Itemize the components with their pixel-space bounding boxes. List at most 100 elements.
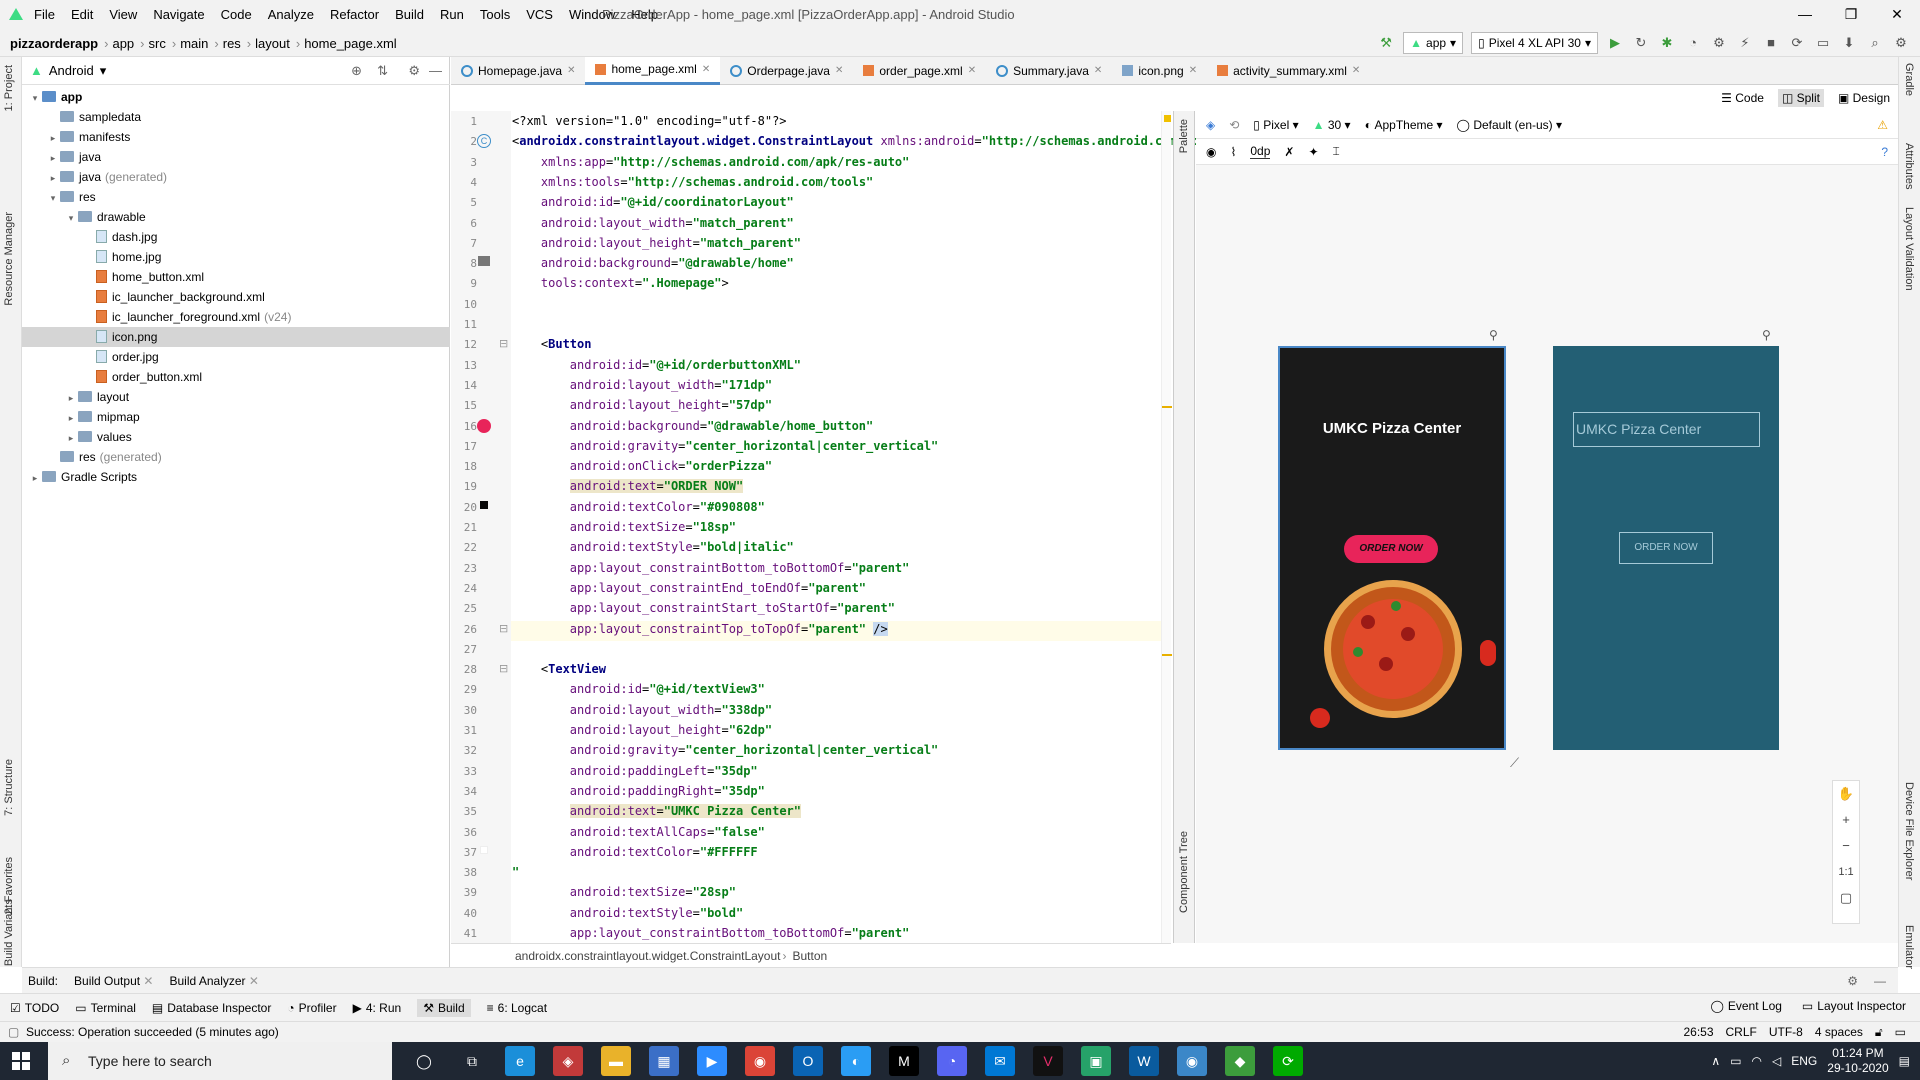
vector-app-icon[interactable]: V <box>1033 1046 1063 1076</box>
expand-arrow-icon[interactable]: ▸ <box>64 428 78 448</box>
code-line[interactable]: android:textColor="#FFFFFF <box>512 845 758 859</box>
android-studio-icon[interactable]: ◆ <box>1225 1046 1255 1076</box>
component-tree-tool-button[interactable]: Component Tree <box>1178 831 1190 913</box>
indent-setting[interactable]: 4 spaces <box>1815 1025 1863 1040</box>
help-icon[interactable]: ? <box>1881 145 1888 159</box>
breadcrumb-item[interactable]: layout <box>255 36 290 51</box>
wifi-icon[interactable]: ◠ <box>1752 1054 1762 1068</box>
expand-arrow-icon[interactable]: ▸ <box>28 468 42 488</box>
warning-icon[interactable]: ⚠ <box>1877 118 1888 132</box>
menu-edit[interactable]: Edit <box>63 0 101 29</box>
menu-vcs[interactable]: VCS <box>518 0 561 29</box>
build-output-tab[interactable]: Build Output ✕ <box>74 974 153 988</box>
code-line[interactable]: app:layout_constraintStart_toStartOf="pa… <box>512 601 895 615</box>
zoom-actual-size-button[interactable]: 1:1 <box>1833 859 1859 885</box>
breadcrumb-item[interactable]: src <box>149 36 166 51</box>
infer-constraints-icon[interactable]: ✦ <box>1308 145 1318 159</box>
close-tab-icon[interactable]: ✕ <box>835 65 843 76</box>
code-line[interactable]: android:text="UMKC Pizza Center" <box>512 804 802 819</box>
tool-window-6-logcat[interactable]: ≡ 6: Logcat <box>487 1001 547 1015</box>
blueprint-preview[interactable]: UMKC Pizza Center ORDER NOW <box>1553 346 1779 750</box>
gradle-tool-button[interactable]: Gradle <box>1903 63 1915 96</box>
palette-tool-button[interactable]: Palette <box>1178 119 1190 153</box>
device-select[interactable]: ▯ Pixel 4 XL API 30 ▾ <box>1471 32 1598 54</box>
run-config-select[interactable]: ▲ app ▾ <box>1403 32 1464 54</box>
code-line[interactable]: android:textColor="#090808" <box>512 500 765 514</box>
hammer-build-icon[interactable]: ⚒ <box>1377 34 1395 52</box>
close-tab-icon[interactable]: ✕ <box>968 65 976 76</box>
language-indicator[interactable]: ENG <box>1791 1054 1817 1068</box>
menu-tools[interactable]: Tools <box>472 0 518 29</box>
code-line[interactable]: tools:context=".Homepage"> <box>512 276 729 290</box>
pin-icon[interactable]: ⚲ <box>1489 328 1498 342</box>
status-message[interactable]: Success: Operation succeeded (5 minutes … <box>26 1025 279 1039</box>
zoom-in-button[interactable]: + <box>1833 807 1859 833</box>
gear-icon[interactable]: ⚙ <box>1847 974 1858 988</box>
sync-app-icon[interactable]: ⟳ <box>1273 1046 1303 1076</box>
code-line[interactable]: <androidx.constraintlayout.widget.Constr… <box>512 134 1198 148</box>
split-mode-button[interactable]: ◫ Split <box>1777 89 1824 107</box>
preview-title[interactable]: UMKC Pizza Center <box>1280 420 1504 437</box>
battery-icon[interactable]: ▭ <box>1730 1054 1741 1068</box>
code-line[interactable]: <TextView <box>512 662 606 676</box>
code-breadcrumb-root[interactable]: androidx.constraintlayout.widget.Constra… <box>515 949 781 963</box>
code-line[interactable]: android:text="ORDER NOW" <box>512 479 744 494</box>
menu-file[interactable]: File <box>26 0 63 29</box>
close-tab-icon[interactable]: ✕ <box>702 64 710 75</box>
tree-node[interactable]: ▾ app <box>22 87 450 107</box>
discord-icon[interactable]: ◔ <box>937 1046 967 1076</box>
close-icon[interactable]: ✕ <box>143 974 153 988</box>
menu-navigate[interactable]: Navigate <box>145 0 212 29</box>
emulator-tool-button[interactable]: Emulator <box>1903 925 1915 969</box>
menu-run[interactable]: Run <box>432 0 472 29</box>
tree-node[interactable]: home.jpg <box>22 247 450 267</box>
code-mode-button[interactable]: ☰ Code <box>1721 91 1764 105</box>
layout-validation-tool-button[interactable]: Layout Validation <box>1903 207 1915 291</box>
attributes-tool-button[interactable]: Attributes <box>1903 143 1915 189</box>
code-line[interactable]: android:id="@+id/orderbuttonXML" <box>512 358 801 372</box>
mw-app-icon[interactable]: M <box>889 1046 919 1076</box>
resource-manager-tool-button[interactable]: Resource Manager <box>3 212 15 306</box>
locate-file-icon[interactable]: ⊕ <box>351 63 362 79</box>
code-line[interactable]: app:layout_constraintBottom_toBottomOf="… <box>512 561 910 575</box>
tree-node[interactable]: res (generated) <box>22 447 450 467</box>
hide-panel-icon[interactable]: — <box>1874 974 1886 988</box>
caret-position[interactable]: 26:53 <box>1683 1025 1713 1040</box>
code-line[interactable]: android:textSize="18sp" <box>512 520 736 534</box>
app-icon[interactable]: ◈ <box>553 1046 583 1076</box>
editor-tab[interactable]: Summary.java ✕ <box>986 57 1112 85</box>
profile-icon[interactable]: ◔ <box>1684 34 1702 52</box>
memory-indicator-icon[interactable]: ▭ <box>1895 1025 1906 1040</box>
expand-arrow-icon[interactable]: ▸ <box>64 388 78 408</box>
code-line[interactable]: android:textSize="28sp" <box>512 885 736 899</box>
tree-node[interactable]: ▾ res <box>22 187 450 207</box>
build-analyzer-tab[interactable]: Build Analyzer ✕ <box>169 974 258 988</box>
editor-scrollbar[interactable] <box>1161 111 1172 943</box>
color-swatch-icon[interactable] <box>480 500 488 512</box>
maximize-button[interactable]: ❐ <box>1828 0 1874 29</box>
tool-window-todo[interactable]: ☑ TODO <box>10 1001 59 1015</box>
tool-window-event-log[interactable]: ◯ Event Log <box>1710 999 1781 1013</box>
tree-node[interactable]: ▸ Gradle Scripts <box>22 467 450 487</box>
expand-arrow-icon[interactable]: ▸ <box>64 408 78 428</box>
code-line[interactable]: android:background="@drawable/home" <box>512 256 794 270</box>
code-line[interactable]: <Button <box>512 337 592 351</box>
chevron-down-icon[interactable]: ▾ <box>100 63 107 79</box>
code-line[interactable]: app:layout_constraintTop_toTopOf="parent… <box>512 621 888 636</box>
tree-node[interactable]: ▸ manifests <box>22 127 450 147</box>
design-preview[interactable]: UMKC Pizza Center ORDER NOW <box>1278 346 1506 750</box>
project-tool-button[interactable]: 1: Project <box>3 65 15 111</box>
avd-manager-icon[interactable]: ▭ <box>1814 34 1832 52</box>
tool-window-terminal[interactable]: ▭ Terminal <box>75 1001 136 1015</box>
clock[interactable]: 01:24 PM 29-10-2020 <box>1827 1046 1888 1076</box>
hide-panel-icon[interactable]: — <box>429 63 442 78</box>
tool-window-profiler[interactable]: ◔ Profiler <box>287 1001 336 1015</box>
taskbar-search-input[interactable]: Type here to search <box>48 1042 392 1080</box>
outlook-icon[interactable]: O <box>793 1046 823 1076</box>
code-line[interactable]: android:layout_height="62dp" <box>512 723 772 737</box>
api-level-select[interactable]: ▲ 30 ▾ <box>1313 118 1351 132</box>
settings-icon[interactable]: ⚙ <box>1892 34 1910 52</box>
clear-constraints-icon[interactable]: ✗ <box>1284 145 1294 159</box>
editor-tab[interactable]: activity_summary.xml ✕ <box>1207 57 1370 85</box>
menu-refactor[interactable]: Refactor <box>322 0 387 29</box>
